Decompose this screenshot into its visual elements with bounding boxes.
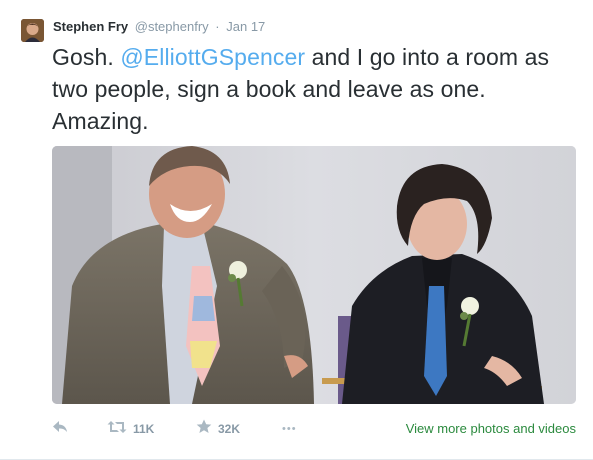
reply-arrow-icon xyxy=(52,420,68,439)
separator-dot: · xyxy=(215,19,220,34)
tweet-actions: 11K 32K ••• View more photos and videos xyxy=(52,418,576,440)
mention-link[interactable]: @ElliottGSpencer xyxy=(120,44,305,70)
tweet-text: Gosh. @ElliottGSpencer and I go into a r… xyxy=(52,41,572,137)
tweet-timestamp[interactable]: Jan 17 xyxy=(226,19,265,34)
retweet-button[interactable]: 11K xyxy=(107,420,154,438)
more-button[interactable]: ••• xyxy=(282,420,297,438)
author-handle[interactable]: @stephenfry xyxy=(135,19,209,34)
tweet-card: Stephen Fry @stephenfry · Jan 17 Gosh. @… xyxy=(0,0,593,460)
tweet-photo[interactable] xyxy=(52,146,576,404)
favorite-count: 32K xyxy=(218,422,241,436)
ellipsis-icon: ••• xyxy=(282,423,297,435)
tweet-text-start: Gosh. xyxy=(52,44,121,70)
avatar[interactable] xyxy=(21,19,44,42)
star-icon xyxy=(196,419,212,439)
reply-button[interactable] xyxy=(52,420,68,438)
author-name[interactable]: Stephen Fry xyxy=(53,19,128,34)
tweet-header: Stephen Fry @stephenfry · Jan 17 xyxy=(53,18,265,36)
retweet-icon xyxy=(107,420,127,439)
view-more-photos-link[interactable]: View more photos and videos xyxy=(406,421,576,436)
favorite-button[interactable]: 32K xyxy=(196,419,241,439)
retweet-count: 11K xyxy=(133,422,155,436)
